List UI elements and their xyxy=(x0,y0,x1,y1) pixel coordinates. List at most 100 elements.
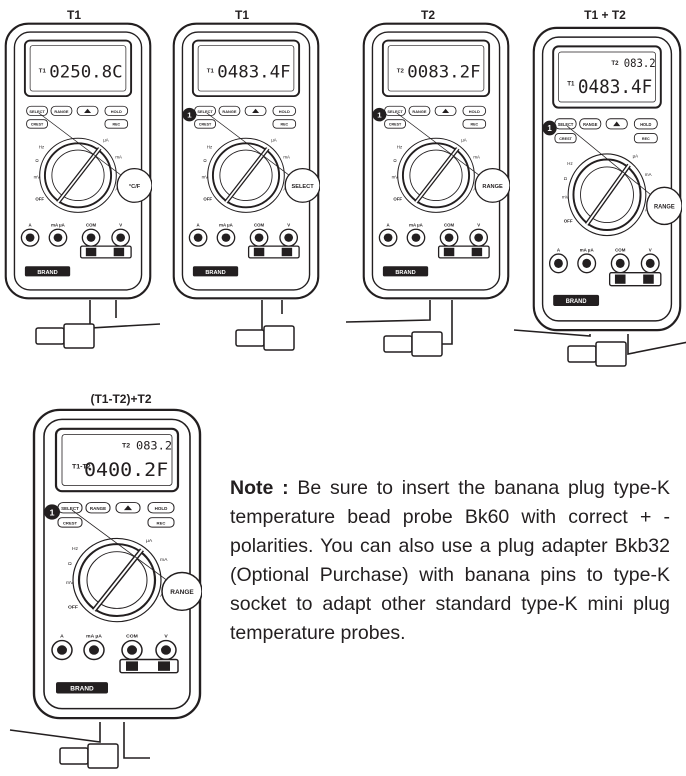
svg-text:REC: REC xyxy=(280,123,288,127)
meter-panel-4: T1 0483.4F T2 083.2 SELECT RANGE HOLD CR… xyxy=(532,26,683,332)
note-paragraph: Note : Be sure to insert the banana plug… xyxy=(230,474,670,648)
svg-text:SELECT: SELECT xyxy=(387,110,403,114)
step-marker: 1 xyxy=(372,107,387,122)
svg-text:mA: mA xyxy=(473,155,480,160)
svg-text:Hz: Hz xyxy=(39,144,44,149)
svg-text:µA: µA xyxy=(461,138,467,143)
lcd-main-value: 0083.2F xyxy=(407,63,480,83)
svg-text:Hz: Hz xyxy=(207,144,212,149)
svg-text:SELECT: SELECT xyxy=(558,122,574,127)
svg-text:CREST: CREST xyxy=(199,123,212,127)
svg-text:COM: COM xyxy=(615,247,626,252)
lcd-sub-label: T1 xyxy=(567,80,575,87)
svg-text:CREST: CREST xyxy=(31,123,44,127)
svg-text:HOLD: HOLD xyxy=(279,110,290,114)
svg-text:REC: REC xyxy=(112,123,120,127)
meter-panel-3: T2 0083.2F SELECT RANGE HOLD CREST REC H… xyxy=(362,22,511,300)
panel-caption: T2 xyxy=(420,8,435,22)
step-marker: 1 xyxy=(182,107,197,122)
multimeter-illustration: T2 0083.2F SELECT RANGE HOLD CREST REC H… xyxy=(362,22,511,300)
callout-button-tag: RANGE xyxy=(654,205,675,211)
lcd-main-value: 0483.4F xyxy=(217,63,290,83)
callout-button-tag: RANGE xyxy=(482,184,503,190)
svg-text:V: V xyxy=(287,223,290,228)
svg-text:mV: mV xyxy=(392,175,399,180)
callout-button-tag: SELECT xyxy=(291,184,314,190)
svg-text:Ω: Ω xyxy=(203,158,206,163)
brand-logo: BRAND xyxy=(37,270,57,276)
svg-text:HOLD: HOLD xyxy=(469,110,480,114)
panel-caption: T1 + T2 xyxy=(584,8,626,22)
svg-text:A: A xyxy=(29,223,32,228)
svg-text:mA µA: mA µA xyxy=(580,247,595,252)
svg-text:V: V xyxy=(119,223,122,228)
multimeter-illustration: T1 0250.8C SELECT RANGE HOLD CREST REC H… xyxy=(4,22,153,300)
lcd-sub-label: T2 xyxy=(397,69,405,75)
brand-logo: BRAND xyxy=(205,270,225,276)
svg-text:CREST: CREST xyxy=(389,123,402,127)
svg-text:Hz: Hz xyxy=(567,161,573,166)
panel-caption: T1 xyxy=(66,8,81,22)
svg-text:mV: mV xyxy=(34,175,41,180)
note-label: Note : xyxy=(230,477,289,499)
svg-text:mA: mA xyxy=(283,155,290,160)
svg-text:Ω: Ω xyxy=(35,158,38,163)
lcd-top-value: 083.2 xyxy=(624,57,656,70)
svg-text:Hz: Hz xyxy=(397,144,402,149)
svg-text:1: 1 xyxy=(187,111,192,120)
probe-plug xyxy=(608,271,662,287)
callout-button-tag: °C/F xyxy=(129,184,141,190)
lcd-top-label: T2 xyxy=(611,60,619,67)
svg-text:µA: µA xyxy=(633,154,638,159)
svg-text:SELECT: SELECT xyxy=(29,110,45,114)
svg-text:A: A xyxy=(197,223,200,228)
step-marker: 1 xyxy=(542,120,557,136)
svg-text:RANGE: RANGE xyxy=(54,110,69,114)
brand-logo: BRAND xyxy=(395,270,415,276)
probe-plug xyxy=(437,245,490,259)
svg-text:mV: mV xyxy=(562,194,569,199)
svg-text:COM: COM xyxy=(444,223,455,228)
svg-text:OFF: OFF xyxy=(564,218,573,223)
svg-text:COM: COM xyxy=(86,223,97,228)
svg-text:µA: µA xyxy=(103,138,109,143)
svg-text:REC: REC xyxy=(642,137,650,141)
svg-text:REC: REC xyxy=(470,123,478,127)
lcd-main-value: 0483.4F xyxy=(578,76,652,98)
svg-text:RANGE: RANGE xyxy=(583,122,598,127)
svg-text:1: 1 xyxy=(547,124,552,133)
svg-text:CREST: CREST xyxy=(559,137,572,141)
svg-text:µA: µA xyxy=(271,138,277,143)
note-text: Be sure to insert the banana plug type-K… xyxy=(230,477,670,644)
svg-text:mA µA: mA µA xyxy=(51,223,65,228)
svg-text:SELECT: SELECT xyxy=(197,110,213,114)
svg-text:OFF: OFF xyxy=(393,197,402,202)
svg-text:HOLD: HOLD xyxy=(640,122,651,127)
svg-text:V: V xyxy=(477,223,480,228)
svg-text:RANGE: RANGE xyxy=(412,110,427,114)
svg-text:OFF: OFF xyxy=(203,197,212,202)
svg-text:mA: mA xyxy=(645,172,652,177)
svg-text:HOLD: HOLD xyxy=(111,110,122,114)
meter-panel-2: T1 0483.4F SELECT RANGE HOLD CREST REC H… xyxy=(172,22,321,300)
lcd-sub-label: T1 xyxy=(207,69,215,75)
svg-text:Ω: Ω xyxy=(393,158,396,163)
svg-text:mA µA: mA µA xyxy=(219,223,233,228)
panel-caption: T1 xyxy=(234,8,249,22)
multimeter-illustration: T1 0483.4F T2 083.2 SELECT RANGE HOLD CR… xyxy=(532,26,683,332)
svg-text:V: V xyxy=(649,247,652,252)
svg-text:mV: mV xyxy=(202,175,209,180)
probe-plug xyxy=(79,245,132,259)
svg-text:mA: mA xyxy=(115,155,122,160)
svg-text:COM: COM xyxy=(254,223,265,228)
svg-text:1: 1 xyxy=(377,111,382,120)
multimeter-illustration: T1 0483.4F SELECT RANGE HOLD CREST REC H… xyxy=(172,22,321,300)
probe-plug xyxy=(247,245,300,259)
lcd-sub-label: T1 xyxy=(39,69,47,75)
svg-text:A: A xyxy=(387,223,390,228)
svg-text:OFF: OFF xyxy=(35,197,44,202)
svg-text:RANGE: RANGE xyxy=(222,110,237,114)
svg-text:mA µA: mA µA xyxy=(409,223,423,228)
lcd-main-value: 0250.8C xyxy=(49,63,122,83)
meter-panel-1: T1 0250.8C SELECT RANGE HOLD CREST REC H… xyxy=(4,22,153,300)
